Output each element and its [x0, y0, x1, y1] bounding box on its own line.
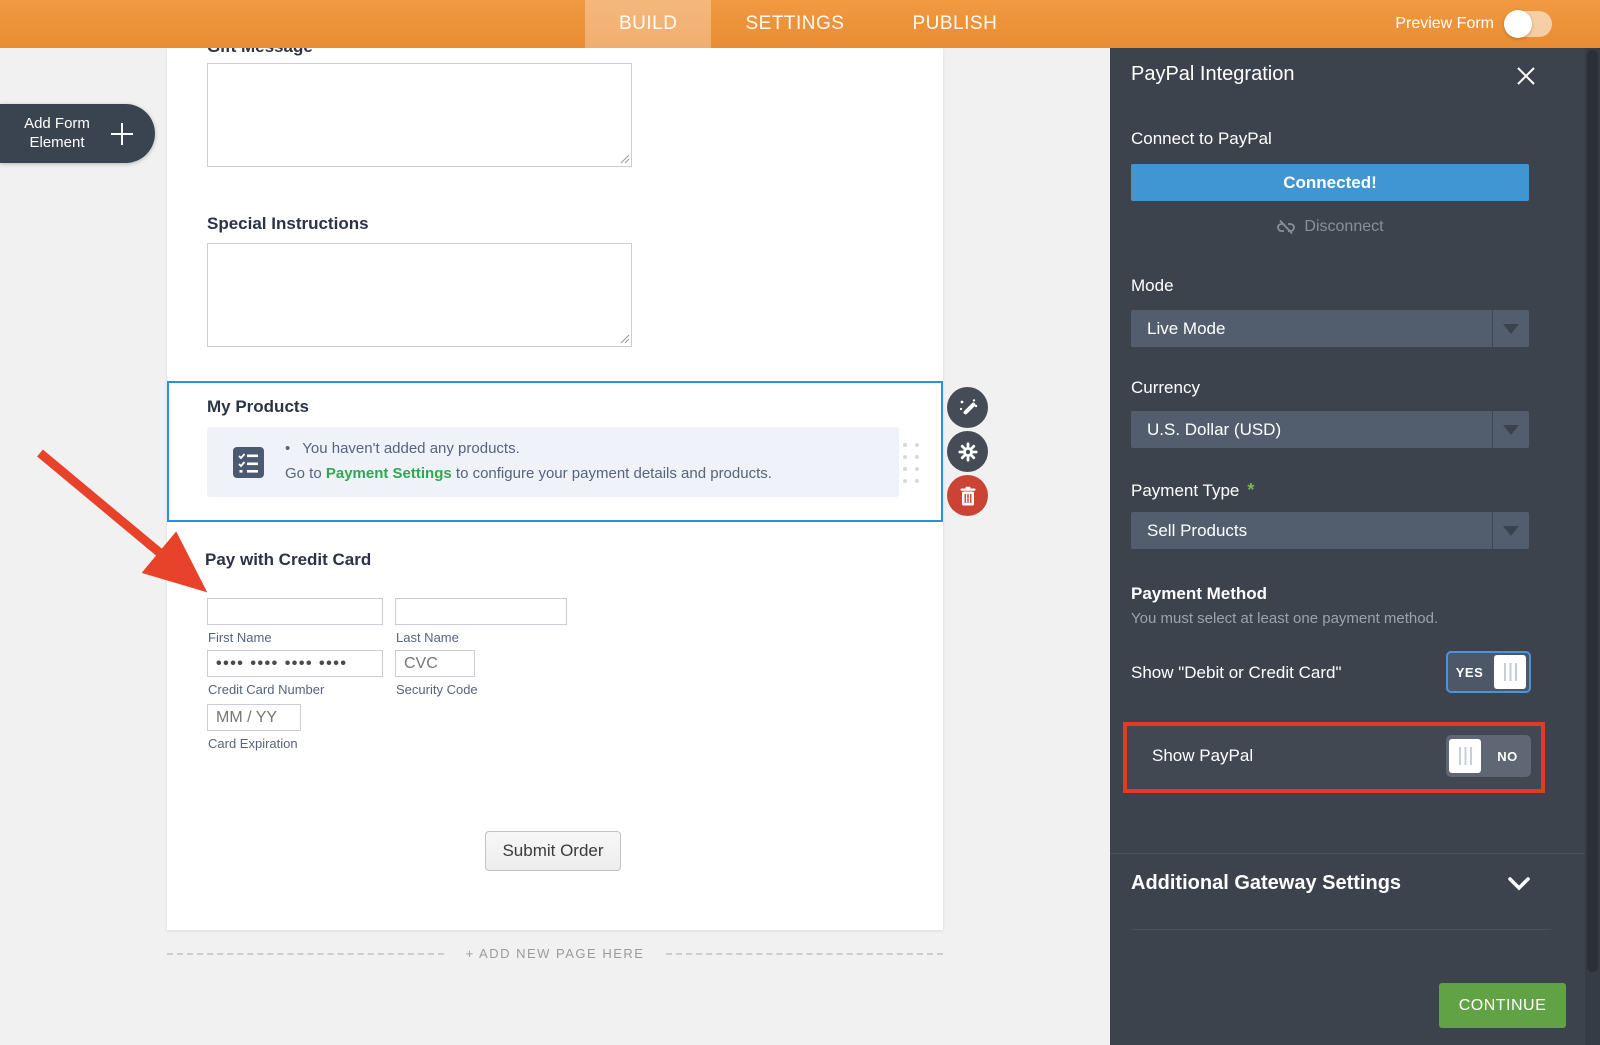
paypal-integration-panel: PayPal Integration Connect to PayPal Con…	[1110, 48, 1600, 1045]
additional-gateway-settings[interactable]: Additional Gateway Settings	[1131, 872, 1401, 895]
gift-message-textarea[interactable]	[207, 63, 632, 167]
panel-scrollbar-thumb[interactable]	[1587, 50, 1598, 972]
payment-method-hint: You must select at least one payment met…	[1131, 610, 1438, 627]
payment-type-dropdown[interactable]: Sell Products	[1131, 512, 1529, 549]
chevron-down-icon	[1492, 512, 1529, 549]
my-products-title: My Products	[207, 397, 309, 417]
broken-link-icon	[1276, 219, 1296, 235]
continue-button[interactable]: CONTINUE	[1439, 983, 1566, 1028]
chevron-down-icon[interactable]	[1508, 877, 1530, 891]
required-asterisk: *	[1247, 480, 1254, 500]
top-toolbar: BUILD SETTINGS PUBLISH Preview Form	[0, 0, 1600, 48]
products-empty-text: •You haven't added any products.	[285, 440, 520, 457]
show-debit-card-toggle[interactable]: YES	[1446, 651, 1531, 693]
credit-card-number-label: Credit Card Number	[208, 682, 324, 697]
products-empty-notice: •You haven't added any products. Go to P…	[207, 427, 899, 497]
wizard-button[interactable]	[947, 387, 988, 428]
settings-button[interactable]	[947, 431, 988, 472]
tab-settings[interactable]: SETTINGS	[711, 0, 878, 48]
security-code-label: Security Code	[396, 682, 478, 697]
products-configure-text: Go to Payment Settings to configure your…	[285, 465, 772, 482]
nav-tabs: BUILD SETTINGS PUBLISH	[585, 0, 1031, 48]
toggle-knob	[1504, 10, 1532, 38]
drag-handle[interactable]	[903, 443, 919, 483]
add-form-element-button[interactable]: Add Form Element	[0, 104, 155, 163]
delete-button[interactable]	[947, 475, 988, 516]
mode-value: Live Mode	[1131, 319, 1492, 339]
special-instructions-textarea[interactable]	[207, 243, 632, 347]
currency-value: U.S. Dollar (USD)	[1131, 420, 1492, 440]
dashed-divider	[167, 953, 444, 955]
trash-icon	[959, 486, 977, 506]
magic-wand-icon	[957, 397, 979, 419]
chevron-down-icon	[1492, 310, 1529, 347]
connect-to-paypal-label: Connect to PayPal	[1131, 129, 1272, 149]
disconnect-link[interactable]: Disconnect	[1131, 218, 1529, 236]
tab-publish[interactable]: PUBLISH	[878, 0, 1031, 48]
card-expiration-input[interactable]	[207, 704, 301, 731]
add-form-element-label: Add Form Element	[14, 115, 100, 153]
preview-form-label: Preview Form	[1395, 15, 1494, 33]
panel-title: PayPal Integration	[1131, 63, 1294, 86]
special-instructions-label: Special Instructions	[207, 214, 369, 234]
toggle-state-label: YES	[1448, 665, 1491, 680]
product-list-icon	[233, 447, 264, 478]
security-code-input[interactable]	[395, 650, 475, 677]
plus-icon	[108, 120, 136, 148]
dashed-divider	[666, 953, 943, 955]
card-expiration-label: Card Expiration	[208, 736, 298, 751]
my-products-element[interactable]: My Products •You haven't added any produ…	[167, 381, 943, 522]
close-panel-button[interactable]	[1513, 63, 1539, 89]
section-divider	[1131, 929, 1551, 930]
first-name-input[interactable]	[207, 598, 383, 625]
mode-dropdown[interactable]: Live Mode	[1131, 310, 1529, 347]
mode-label: Mode	[1131, 276, 1174, 296]
add-new-page-button[interactable]: + ADD NEW PAGE HERE	[466, 946, 645, 961]
payment-settings-link[interactable]: Payment Settings	[326, 465, 452, 482]
last-name-label: Last Name	[396, 630, 459, 645]
preview-form-toggle[interactable]	[1504, 11, 1552, 37]
payment-type-label: Payment Type*	[1131, 480, 1254, 501]
gear-icon	[957, 441, 979, 463]
connected-button[interactable]: Connected!	[1131, 164, 1529, 201]
show-paypal-toggle[interactable]: NO	[1446, 735, 1531, 777]
payment-type-value: Sell Products	[1131, 521, 1492, 541]
close-icon	[1515, 65, 1537, 87]
show-paypal-label: Show PayPal	[1152, 746, 1253, 766]
currency-dropdown[interactable]: U.S. Dollar (USD)	[1131, 411, 1529, 448]
credit-card-number-input[interactable]	[207, 650, 383, 677]
toggle-knob	[1494, 655, 1526, 689]
toggle-state-label: NO	[1484, 749, 1531, 764]
toggle-knob	[1449, 739, 1481, 773]
show-debit-card-label: Show "Debit or Credit Card"	[1131, 663, 1341, 683]
first-name-label: First Name	[208, 630, 272, 645]
section-divider	[1110, 853, 1585, 854]
add-new-page-row: + ADD NEW PAGE HERE	[167, 946, 943, 961]
submit-order-button[interactable]: Submit Order	[485, 831, 621, 871]
currency-label: Currency	[1131, 378, 1200, 398]
pay-with-credit-card-title: Pay with Credit Card	[205, 550, 371, 570]
payment-method-title: Payment Method	[1131, 584, 1267, 604]
form-canvas: Gift Message Special Instructions My Pro…	[167, 48, 943, 930]
last-name-input[interactable]	[395, 598, 567, 625]
chevron-down-icon	[1492, 411, 1529, 448]
tab-build[interactable]: BUILD	[585, 0, 711, 48]
